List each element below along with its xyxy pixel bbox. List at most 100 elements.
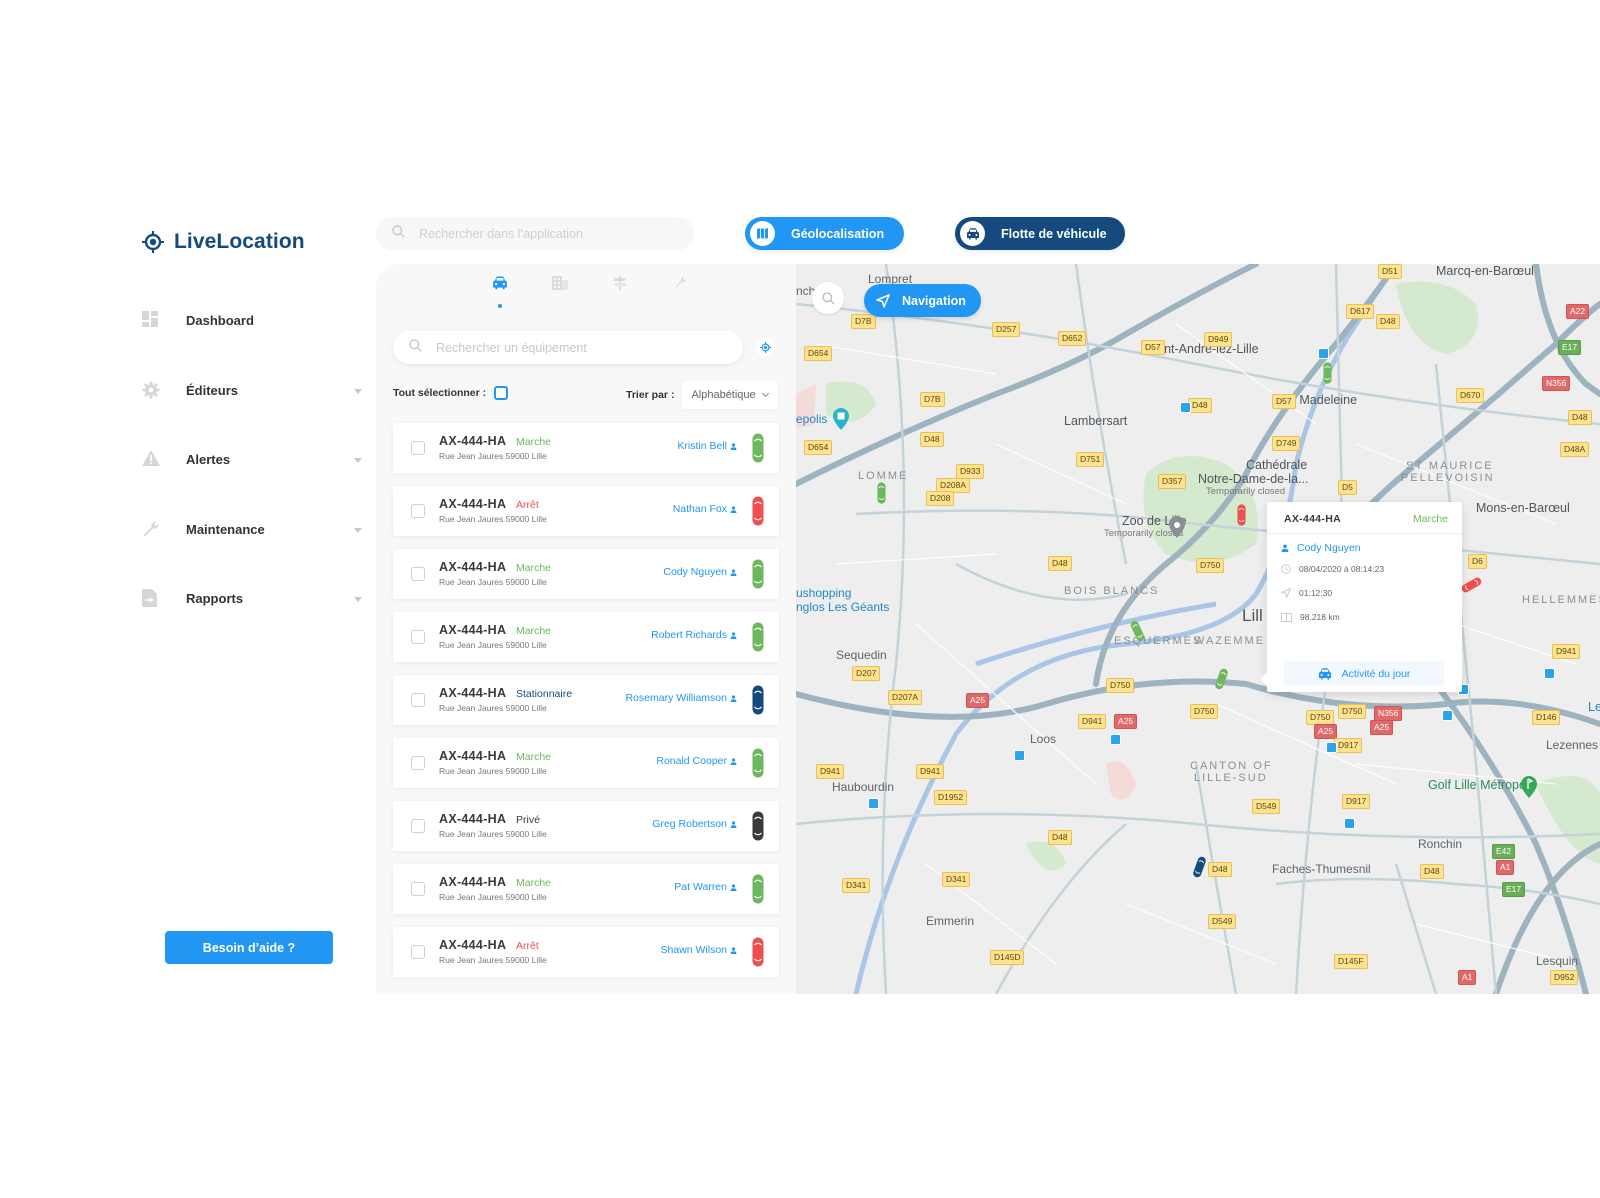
- map-vehicle-marker[interactable]: [1322, 362, 1333, 384]
- vehicle-row[interactable]: AX-444-HA Marche Rue Jean Jaures 59000 L…: [393, 864, 779, 914]
- map-icon: [750, 221, 775, 246]
- vehicle-row[interactable]: AX-444-HA Arrêt Rue Jean Jaures 59000 Li…: [393, 486, 779, 536]
- car-icon: [493, 276, 507, 290]
- vehicle-checkbox[interactable]: [411, 882, 425, 896]
- popup-driver[interactable]: Cody Nguyen: [1281, 542, 1361, 554]
- vehicle-checkbox[interactable]: [411, 441, 425, 455]
- vehicle-address: Rue Jean Jaures 59000 Lille: [439, 703, 547, 713]
- chevron-down-icon[interactable]: [354, 388, 362, 394]
- person-icon: [730, 568, 737, 576]
- zoo-pin-icon: [1169, 516, 1185, 538]
- sidebar-item-maintenance[interactable]: Maintenance: [142, 517, 362, 587]
- map-poi: epolis: [796, 412, 828, 426]
- app-search-input[interactable]: [419, 226, 669, 241]
- vehicle-row[interactable]: AX-444-HA Marche Rue Jean Jaures 59000 L…: [393, 612, 779, 662]
- map-place: Le: [1588, 700, 1600, 714]
- road-shield: D48: [1048, 830, 1072, 845]
- road-shield: D750: [1190, 704, 1219, 719]
- equipment-search-input[interactable]: [436, 340, 726, 355]
- help-button[interactable]: Besoin d’aide ?: [165, 931, 333, 964]
- driver-name: Rosemary Williamson: [625, 692, 727, 704]
- vehicle-row[interactable]: AX-444-HA Arrêt Rue Jean Jaures 59000 Li…: [393, 927, 779, 977]
- road-shield: D51: [1378, 264, 1402, 279]
- locate-button[interactable]: [756, 338, 775, 357]
- geolocation-button[interactable]: Géolocalisation: [745, 217, 904, 250]
- vehicle-row[interactable]: AX-444-HA Privé Rue Jean Jaures 59000 Li…: [393, 801, 779, 851]
- vehicle-checkbox[interactable]: [411, 819, 425, 833]
- map-vehicle-marker[interactable]: [1236, 504, 1247, 526]
- equipment-search[interactable]: [393, 331, 743, 364]
- vehicle-driver[interactable]: Robert Richards: [651, 629, 737, 641]
- vehicle-checkbox[interactable]: [411, 504, 425, 518]
- transit-icon: [1326, 742, 1337, 753]
- tab-tools[interactable]: [670, 276, 690, 312]
- map-place: Emmerin: [926, 914, 975, 928]
- sidebar-item-label: Maintenance: [186, 521, 265, 537]
- road-shield: D48: [1568, 410, 1592, 425]
- vehicle-driver[interactable]: Greg Robertson: [652, 818, 737, 830]
- sidebar-item-rapports[interactable]: Rapports: [142, 586, 362, 656]
- vehicle-driver[interactable]: Pat Warren: [674, 881, 737, 893]
- map-view[interactable]: Lompret Saint-André-lez-Lille Marcq-en-B…: [796, 264, 1600, 994]
- road-shield: D652: [1058, 331, 1087, 346]
- vehicle-plate: AX-444-HA: [439, 686, 507, 700]
- vehicle-row[interactable]: AX-444-HA Stationnaire Rue Jean Jaures 5…: [393, 675, 779, 725]
- sort-select[interactable]: Alphabétique: [682, 381, 779, 409]
- vehicle-row[interactable]: AX-444-HA Marche Rue Jean Jaures 59000 L…: [393, 423, 779, 473]
- sidebar-item-editeurs[interactable]: Éditeurs: [142, 378, 362, 448]
- road-shield: D941: [816, 764, 845, 779]
- sidebar-item-alertes[interactable]: Alertes: [142, 447, 362, 517]
- car-icon: [1318, 667, 1331, 679]
- vehicle-checkbox[interactable]: [411, 756, 425, 770]
- chevron-down-icon[interactable]: [354, 597, 362, 602]
- vehicle-row[interactable]: AX-444-HA Marche Rue Jean Jaures 59000 L…: [393, 549, 779, 599]
- sidebar-item-dashboard[interactable]: Dashboard: [142, 308, 362, 378]
- road-shield: D949: [1204, 332, 1233, 347]
- tab-signposts[interactable]: [610, 276, 630, 312]
- tab-buildings[interactable]: [550, 276, 570, 312]
- sort-control: Trier par : Alphabétique: [626, 381, 779, 409]
- map-vehicle-marker[interactable]: [876, 482, 887, 504]
- vehicle-driver[interactable]: Ronald Cooper: [656, 755, 737, 767]
- road-shield: D48: [1048, 556, 1072, 571]
- app-logo[interactable]: LiveLocation: [142, 230, 305, 254]
- chevron-down-icon[interactable]: [354, 527, 362, 533]
- vehicle-row[interactable]: AX-444-HA Marche Rue Jean Jaures 59000 L…: [393, 738, 779, 788]
- person-icon: [1281, 544, 1289, 552]
- vehicle-checkbox[interactable]: [411, 567, 425, 581]
- vehicle-status: Arrêt: [516, 499, 539, 511]
- road-shield: E17: [1502, 882, 1526, 897]
- vehicle-checkbox[interactable]: [411, 945, 425, 959]
- navigation-button[interactable]: Navigation: [864, 284, 981, 317]
- vehicle-address: Rue Jean Jaures 59000 Lille: [439, 766, 547, 776]
- driver-name: Ronald Cooper: [656, 755, 727, 767]
- fleet-button[interactable]: Flotte de véhicule: [955, 217, 1125, 250]
- vehicle-driver[interactable]: Shawn Wilson: [660, 944, 737, 956]
- app-search[interactable]: [376, 217, 694, 250]
- chevron-down-icon[interactable]: [354, 458, 362, 463]
- tab-vehicles[interactable]: [490, 276, 510, 312]
- vehicle-driver[interactable]: Rosemary Williamson: [625, 692, 737, 704]
- road-shield: A25: [1314, 724, 1338, 739]
- map-place: Lambersart: [1064, 414, 1128, 428]
- daily-activity-button[interactable]: Activité du jour: [1284, 661, 1444, 686]
- active-tab-indicator: [498, 304, 502, 308]
- popup-header: AX-444-HA Marche: [1267, 502, 1462, 534]
- car-top-icon: [752, 685, 764, 715]
- driver-name: Robert Richards: [651, 629, 727, 641]
- vehicle-checkbox[interactable]: [411, 630, 425, 644]
- vehicle-plate: AX-444-HA: [439, 749, 507, 763]
- road-shield: D917: [1334, 738, 1363, 753]
- map-search-button[interactable]: [812, 282, 844, 314]
- vehicle-plate: AX-444-HA: [439, 938, 507, 952]
- road-shield: D6: [1468, 554, 1487, 569]
- vehicle-plate: AX-444-HA: [439, 623, 507, 637]
- cinema-pin-icon: [833, 408, 849, 430]
- select-all-checkbox[interactable]: [494, 386, 509, 400]
- vehicle-address: Rue Jean Jaures 59000 Lille: [439, 829, 547, 839]
- vehicle-list: AX-444-HA Marche Rue Jean Jaures 59000 L…: [393, 423, 779, 990]
- vehicle-checkbox[interactable]: [411, 693, 425, 707]
- vehicle-driver[interactable]: Kristin Bell: [677, 440, 737, 452]
- vehicle-driver[interactable]: Cody Nguyen: [663, 566, 737, 578]
- vehicle-driver[interactable]: Nathan Fox: [673, 503, 737, 515]
